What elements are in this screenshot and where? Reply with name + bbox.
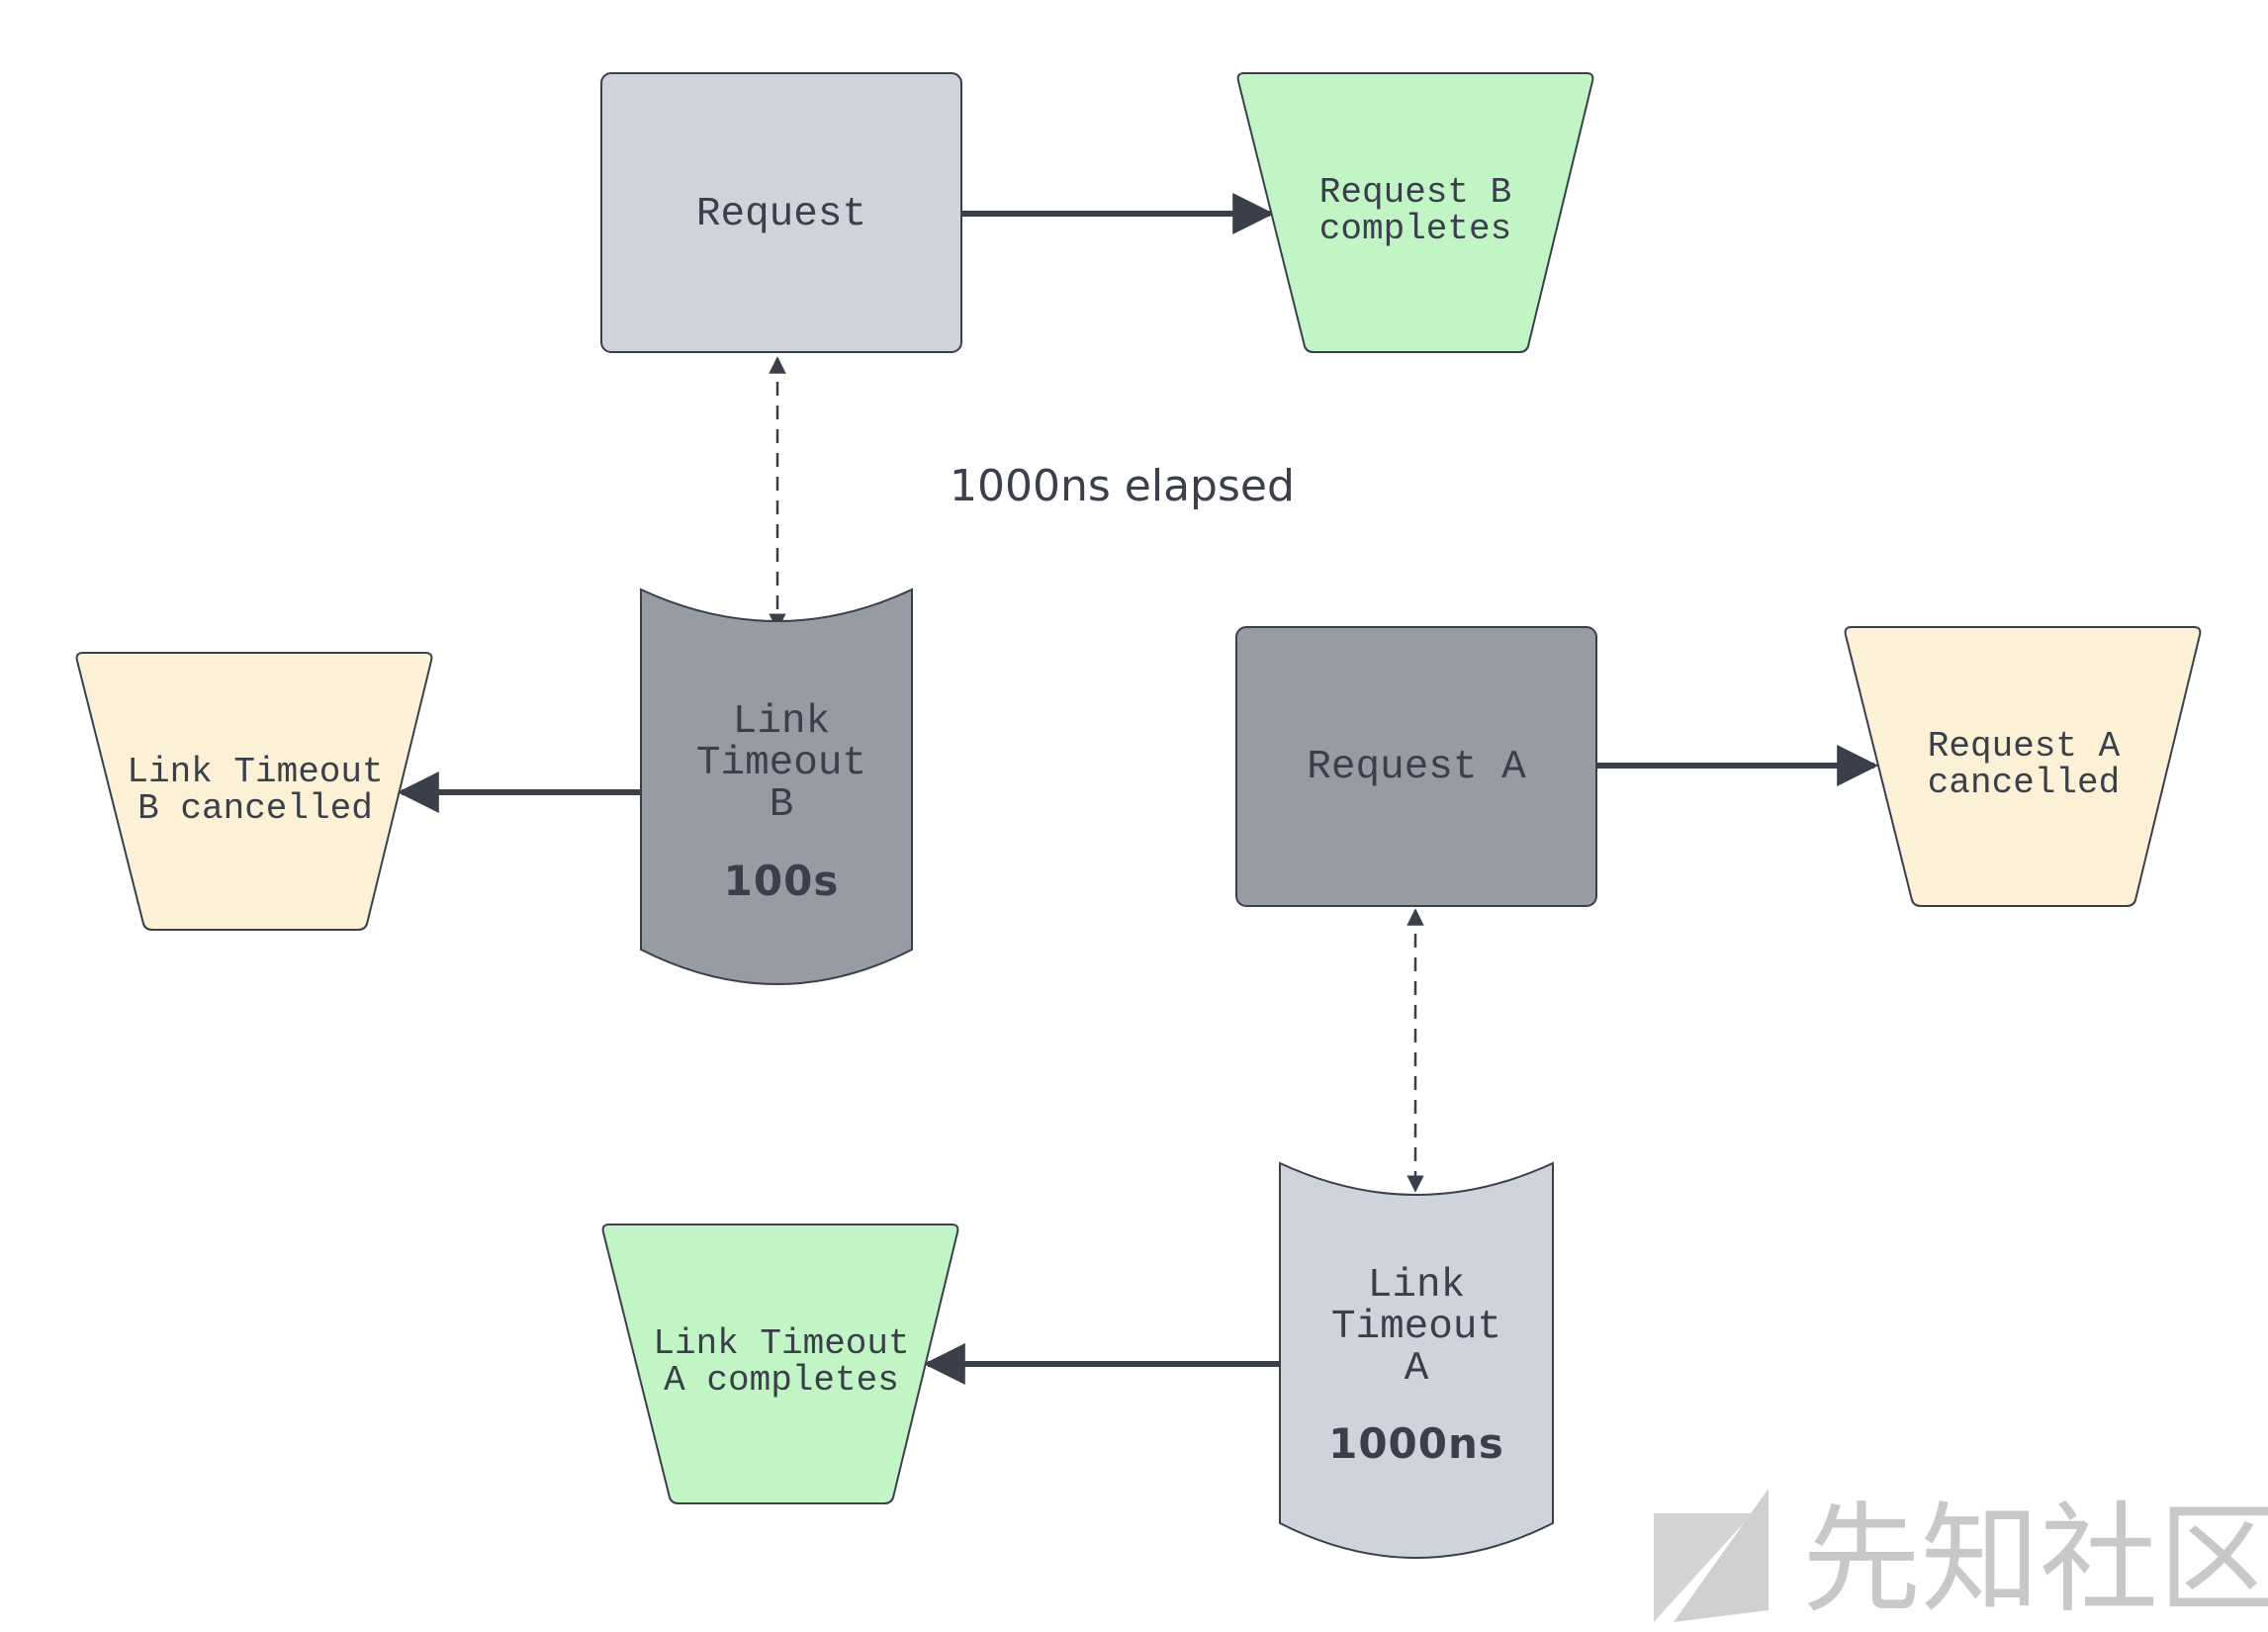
watermark-text: 先知社区 xyxy=(1802,1492,2268,1629)
link-timeout-b-cancelled-line2: B cancelled xyxy=(137,788,373,829)
request-b-completes-line1: Request B xyxy=(1319,172,1511,213)
request-a-cancelled-node: Request A cancelled xyxy=(1844,626,2202,907)
request-b-completes-line2: completes xyxy=(1319,209,1511,249)
link-timeout-a-completes-line2: A completes xyxy=(664,1360,899,1401)
link-timeout-b-line3: B xyxy=(770,782,794,828)
link-timeout-a-duration: 1000ns xyxy=(1328,1419,1504,1468)
request-a-cancelled-line2: cancelled xyxy=(1928,763,2120,803)
link-timeout-b-cancelled-node: Link Timeout B cancelled xyxy=(75,652,433,931)
watermark: 先知社区 xyxy=(1654,1489,2268,1629)
request-a-node: Request A xyxy=(1235,626,1597,907)
link-timeout-a-line2: Timeout xyxy=(1331,1305,1501,1350)
request-a-cancelled-line1: Request A xyxy=(1928,726,2121,767)
watermark-logo xyxy=(1654,1489,1769,1622)
request-b-label: Request xyxy=(696,192,866,237)
link-timeout-b-node: Link Timeout B 100s xyxy=(640,588,913,985)
link-timeout-a-line1: Link xyxy=(1368,1263,1465,1309)
link-timeout-a-node: Link Timeout A 1000ns xyxy=(1279,1161,1554,1559)
request-b-completes-node: Request B completes xyxy=(1236,72,1594,353)
link-timeout-a-completes-line1: Link Timeout xyxy=(653,1323,909,1364)
elapsed-annotation: 1000ns elapsed xyxy=(950,461,1295,511)
link-timeout-b-cancelled-line1: Link Timeout xyxy=(127,752,383,792)
link-timeout-a-line3: A xyxy=(1405,1346,1429,1392)
request-b-node: Request xyxy=(600,72,962,353)
link-timeout-b-line2: Timeout xyxy=(696,741,866,786)
request-a-label: Request A xyxy=(1307,745,1526,790)
link-timeout-a-completes-node: Link Timeout A completes xyxy=(601,1224,959,1504)
flow-diagram: Request Request B completes 1000ns elaps… xyxy=(75,72,2268,1629)
link-timeout-b-line1: Link xyxy=(733,699,830,745)
link-timeout-b-duration: 100s xyxy=(724,857,840,905)
